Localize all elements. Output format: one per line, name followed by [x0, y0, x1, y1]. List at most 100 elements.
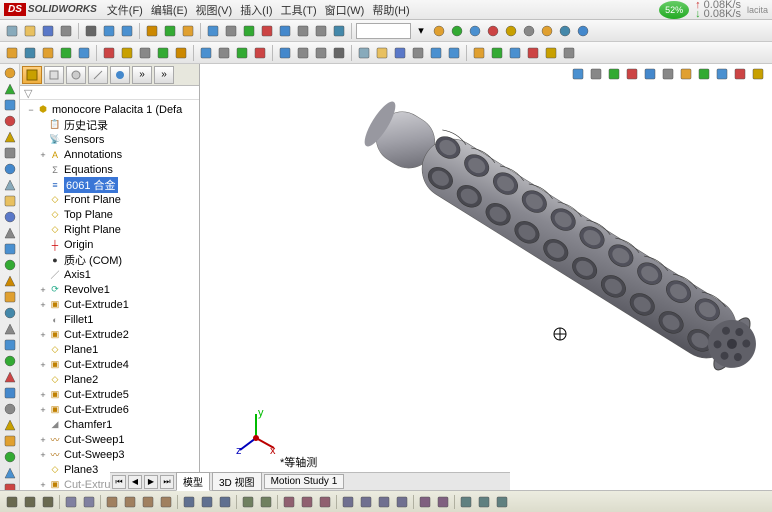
status-tool-19-icon[interactable] [281, 494, 297, 510]
view-p1-icon[interactable] [431, 23, 447, 39]
feat-hide-icon[interactable] [313, 45, 329, 61]
graphics-viewport[interactable]: y x z *等轴测 ⏮ ◀ ▶ ⏭ 模型 3D 视图 Motion Study… [200, 64, 772, 490]
status-tool-13-icon[interactable] [199, 494, 215, 510]
status-tool-33-icon[interactable] [494, 494, 510, 510]
tab-property-mgr[interactable] [44, 66, 64, 84]
status-tool-28-icon[interactable] [417, 494, 433, 510]
tree-item-18[interactable]: +▣Cut-Extrude5 [20, 387, 199, 402]
pan-icon[interactable] [223, 23, 239, 39]
section-icon[interactable] [259, 23, 275, 39]
tree-item-0[interactable]: 📋历史记录 [20, 117, 199, 132]
tree-item-11[interactable]: +⟳Revolve1 [20, 282, 199, 297]
tree-item-14[interactable]: +▣Cut-Extrude2 [20, 327, 199, 342]
view-sphere-icon[interactable] [557, 23, 573, 39]
view-p3-icon[interactable] [467, 23, 483, 39]
feat-p3-icon[interactable] [76, 45, 92, 61]
zoom-icon[interactable] [205, 23, 221, 39]
feat-p6-icon[interactable] [137, 45, 153, 61]
sphere-icon[interactable] [331, 23, 347, 39]
rail-tool-4-icon[interactable] [2, 130, 18, 144]
hud-p4-icon[interactable] [732, 66, 748, 82]
rail-tool-6-icon[interactable] [2, 162, 18, 176]
tree-item-4[interactable]: ≡6061 合金 [20, 177, 199, 192]
feat-pan-icon[interactable] [216, 45, 232, 61]
hud-pan-icon[interactable] [588, 66, 604, 82]
rail-tool-18-icon[interactable] [2, 354, 18, 368]
tree-item-3[interactable]: ΣEquations [20, 162, 199, 177]
rail-tool-22-icon[interactable] [2, 418, 18, 432]
feat-options-icon[interactable] [173, 45, 189, 61]
menu-edit[interactable]: 编辑(E) [151, 2, 188, 18]
feat-section-icon[interactable] [252, 45, 268, 61]
tree-item-22[interactable]: +〰Cut-Sweep3 [20, 447, 199, 462]
status-tool-26-icon[interactable] [394, 494, 410, 510]
status-tool-32-icon[interactable] [476, 494, 492, 510]
hud-p5-icon[interactable] [750, 66, 766, 82]
rail-tool-5-icon[interactable] [2, 146, 18, 160]
hud-wire-icon[interactable] [660, 66, 676, 82]
status-tool-16-icon[interactable] [240, 494, 256, 510]
tree-root[interactable]: −⬢monocore Palacita 1 (Defa [20, 102, 199, 117]
feat-p2-icon[interactable] [58, 45, 74, 61]
hud-p1-icon[interactable] [678, 66, 694, 82]
status-tool-0-icon[interactable] [4, 494, 20, 510]
rail-tool-20-icon[interactable] [2, 386, 18, 400]
menu-view[interactable]: 视图(V) [196, 2, 233, 18]
tab-nav-prev[interactable]: ◀ [128, 475, 142, 489]
view-p4-icon[interactable] [485, 23, 501, 39]
feat-zoom-icon[interactable] [198, 45, 214, 61]
menu-insert[interactable]: 插入(I) [240, 2, 272, 18]
rotate-icon[interactable] [241, 23, 257, 39]
wire-icon[interactable] [295, 23, 311, 39]
feat-p3-icon[interactable] [507, 45, 523, 61]
feat-select-icon[interactable] [331, 45, 347, 61]
status-tool-2-icon[interactable] [40, 494, 56, 510]
status-tool-31-icon[interactable] [458, 494, 474, 510]
view-triad[interactable]: y x z [236, 408, 276, 454]
feat-new-icon[interactable] [356, 45, 372, 61]
select-icon[interactable] [83, 23, 99, 39]
hud-shade-icon[interactable] [642, 66, 658, 82]
feat-p1-icon[interactable] [40, 45, 56, 61]
options-icon[interactable] [144, 23, 160, 39]
feat-rebuild-icon[interactable] [155, 45, 171, 61]
feat-redo-icon[interactable] [446, 45, 462, 61]
print-icon[interactable] [58, 23, 74, 39]
rail-tool-0-icon[interactable] [2, 66, 18, 80]
tree-item-9[interactable]: ●质心 (COM) [20, 252, 199, 267]
tree-item-1[interactable]: 📡Sensors [20, 132, 199, 147]
tab-feature-tree[interactable] [22, 66, 42, 84]
rail-tool-23-icon[interactable] [2, 434, 18, 448]
hud-p3-icon[interactable] [714, 66, 730, 82]
status-tool-21-icon[interactable] [317, 494, 333, 510]
rail-tool-25-icon[interactable] [2, 466, 18, 480]
feat-wire-icon[interactable] [295, 45, 311, 61]
tree-item-10[interactable]: ／Axis1 [20, 267, 199, 282]
tab-nav-first[interactable]: ⏮ [112, 475, 126, 489]
menu-tools[interactable]: 工具(T) [281, 2, 317, 18]
feat-print-icon[interactable] [410, 45, 426, 61]
rail-tool-16-icon[interactable] [2, 322, 18, 336]
status-tool-10-icon[interactable] [158, 494, 174, 510]
status-tool-1-icon[interactable] [22, 494, 38, 510]
menu-help[interactable]: 帮助(H) [372, 2, 409, 18]
tree-item-7[interactable]: ◇Right Plane [20, 222, 199, 237]
filter-bar[interactable]: ▽ [20, 86, 199, 100]
tab-extra2[interactable]: » [154, 66, 174, 84]
feat-cube-icon[interactable] [4, 45, 20, 61]
open-icon[interactable] [22, 23, 38, 39]
feat-p5-icon[interactable] [543, 45, 559, 61]
tree-item-19[interactable]: +▣Cut-Extrude6 [20, 402, 199, 417]
menu-file[interactable]: 文件(F) [107, 2, 143, 18]
rail-tool-1-icon[interactable] [2, 82, 18, 96]
cube-icon[interactable] [180, 23, 196, 39]
tree-item-13[interactable]: ◐Fillet1 [20, 312, 199, 327]
rail-tool-11-icon[interactable] [2, 242, 18, 256]
status-tool-29-icon[interactable] [435, 494, 451, 510]
tree-item-5[interactable]: ◇Front Plane [20, 192, 199, 207]
hud-p2-icon[interactable] [696, 66, 712, 82]
status-tool-7-icon[interactable] [104, 494, 120, 510]
redo-icon[interactable] [119, 23, 135, 39]
tab-display-mgr[interactable] [110, 66, 130, 84]
hide-icon[interactable] [313, 23, 329, 39]
